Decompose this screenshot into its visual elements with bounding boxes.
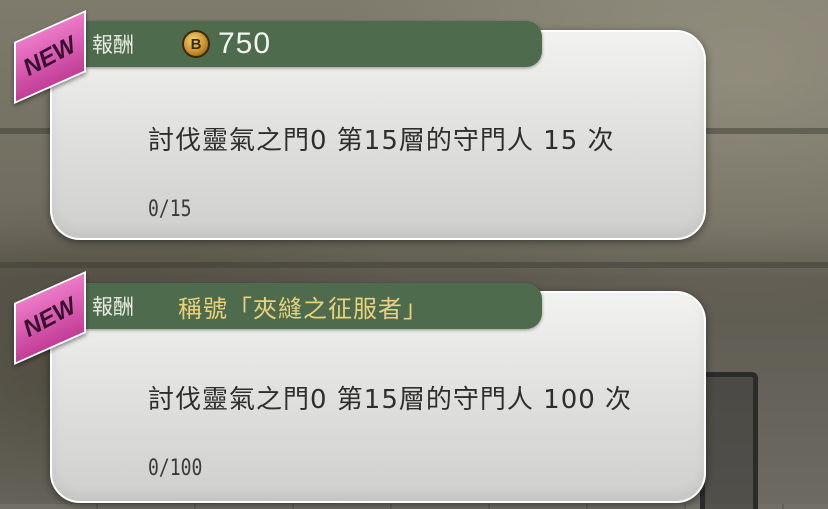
reward-label: 報酬 [92, 295, 134, 319]
quest-description: 討伐靈氣之門0 第15層的守門人 15 次 [148, 126, 615, 156]
reward-header: 報酬 B 750 [78, 21, 542, 67]
reward-header: 報酬 稱號「夾縫之征服者」 [78, 283, 542, 329]
quest-progress: 0/15 [148, 197, 192, 222]
wall-molding [0, 262, 828, 268]
new-badge-label: NEW [18, 31, 81, 82]
reward-coin-amount: 750 [218, 27, 272, 60]
quest-description: 討伐靈氣之門0 第15層的守門人 100 次 [148, 385, 633, 415]
background-chair [700, 372, 758, 509]
coin-letter: B [190, 35, 202, 53]
reward-title-name: 稱號「夾縫之征服者」 [178, 294, 428, 323]
quest-progress: 0/100 [148, 456, 203, 481]
new-badge-label: NEW [18, 292, 81, 343]
reward-label: 報酬 [92, 33, 134, 57]
bronze-coin-icon: B [182, 30, 210, 58]
